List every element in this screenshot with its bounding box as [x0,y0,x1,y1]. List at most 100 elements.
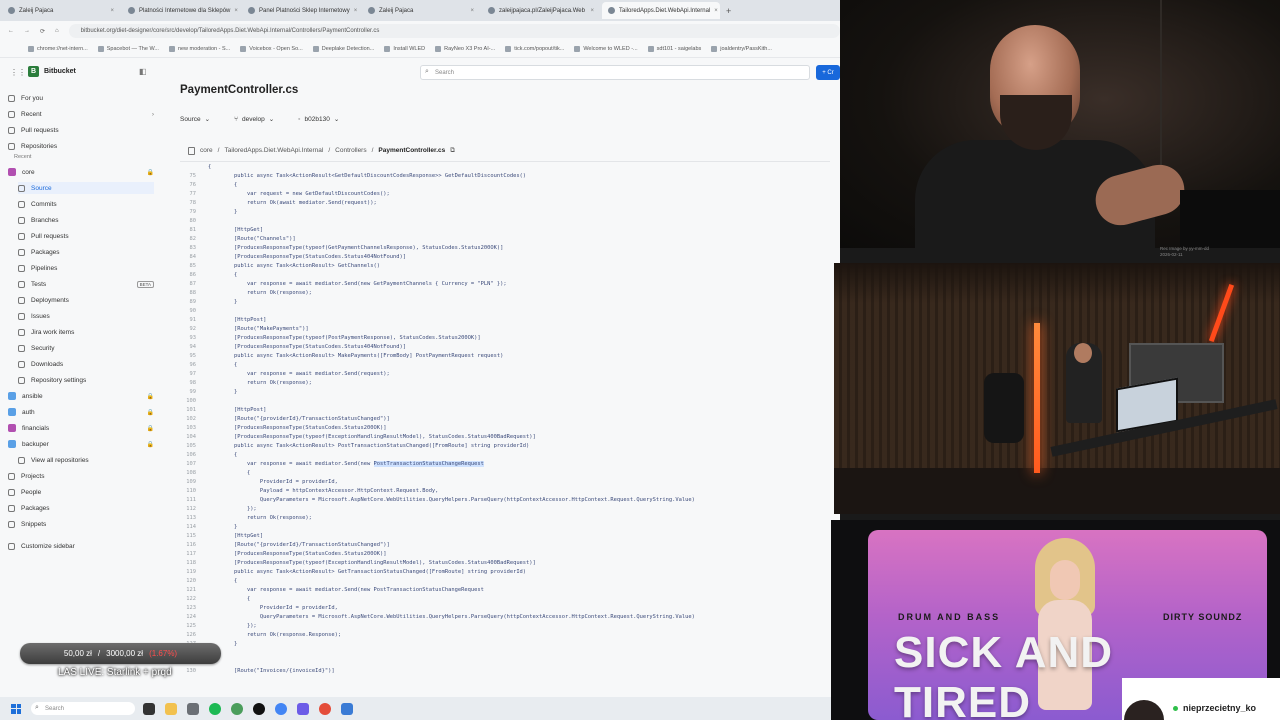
search-placeholder: Search [435,69,455,76]
bookmark-item[interactable]: joaldentry/PassKith... [711,46,772,52]
create-button[interactable]: + Cr [816,65,840,80]
sidebar-item[interactable]: Projects [8,470,154,482]
app-icon[interactable] [231,702,243,715]
browser-tab[interactable]: Zaleij Pajaca × [2,2,120,19]
close-tab-icon[interactable]: × [354,8,358,14]
bookmark-item[interactable]: sdt101 - saigelabs [647,46,701,52]
app-switcher-icon[interactable]: ⋮⋮ [10,68,26,77]
close-tab-icon[interactable]: × [110,8,114,14]
line-number: 116 [186,542,196,548]
code-text: var request = new GetDefaultDiscountCode… [208,191,390,197]
line-number: 111 [186,497,196,503]
back-icon[interactable]: ← [8,28,14,34]
nav-icon [18,264,25,272]
line-number: 126 [186,632,196,638]
bookmark-item[interactable]: Welcome to WLED -... [574,46,638,52]
sidebar-item[interactable]: Security [18,342,154,354]
search-input[interactable]: ⌕ Search [420,65,810,80]
bookmark-item[interactable]: Voicebox - Open So... [240,46,303,52]
home-icon[interactable]: ⌂ [55,28,59,34]
close-tab-icon[interactable]: × [590,8,594,14]
sidebar-item-label: core [22,168,35,176]
browser-tab[interactable]: Platności Internetowe dla Sklepów × [122,2,240,19]
bookmark-item[interactable]: RayNeo X3 Pro AI-... [435,46,495,52]
breadcrumb-item[interactable]: Controllers [335,147,366,154]
vscode-icon[interactable] [341,702,353,715]
sidebar-item[interactable]: Packages [8,502,154,514]
bookmark-item[interactable]: Deeplake Detection... [312,46,374,52]
sidebar-repo-core[interactable]: core 🔒 [8,166,154,178]
sidebar-item[interactable]: Downloads [18,358,154,370]
spotify-icon[interactable] [209,702,221,715]
close-tab-icon[interactable]: × [470,8,474,14]
screen: Zaleij Pajaca × Platności Internetowe dla … [0,0,1280,720]
breadcrumb-item[interactable]: TailoredApps.Diet.WebApi.Internal [224,147,323,154]
branch-dropdown[interactable]: ⑂ develop ⌄ [234,115,274,124]
sidebar-item[interactable]: Deployments [18,294,154,306]
reload-icon[interactable]: ⟳ [40,28,45,35]
editor-icon[interactable] [297,702,309,715]
bookmark-item[interactable]: Spacebot — The W... [97,46,159,52]
task-view-icon[interactable] [143,702,155,715]
sidebar-item[interactable]: Pull requests [18,230,154,242]
terminal-icon[interactable] [187,702,199,715]
sidebar-item[interactable]: Tests BETA [18,278,154,290]
chrome-icon[interactable] [275,702,287,715]
close-tab-icon[interactable]: × [714,8,718,14]
browser-tab[interactable]: Panel Platności Sklep Internetowy × [242,2,360,19]
sidebar-item[interactable]: Pipelines [18,262,154,274]
bookmark-item[interactable]: tick.com/popout/tik... [505,46,564,52]
code-line: 109 ProviderId = providerId, [180,479,832,488]
obs-icon[interactable] [253,702,265,715]
forward-icon[interactable]: → [24,28,30,34]
windows-start-icon[interactable] [11,703,21,714]
bookmark-item[interactable]: Install WLED [384,46,425,52]
code-line: 116 [Route("{providerId}/TransactionStat… [180,542,832,551]
browser-tab[interactable]: TailoredApps.Diet.WebApi.Internal × [602,2,720,19]
bitbucket-logo-icon[interactable]: B [28,66,39,77]
source-dropdown[interactable]: Source ⌄ [180,115,210,124]
code-text: [Route("MakePayments")] [208,326,309,332]
code-viewer[interactable]: {75 public async Task<ActionResult<GetDe… [180,164,832,688]
url-field[interactable]: bitbucket.org/diet-designer/core/src/dev… [68,24,840,38]
sidebar-item[interactable]: People [8,486,154,498]
breadcrumb-item[interactable]: core [200,147,213,154]
browser-tab[interactable]: Zaleij Pajaca × [362,2,480,19]
code-line: 114 } [180,524,832,533]
close-tab-icon[interactable]: × [234,8,238,14]
sidebar-repo[interactable]: backuper 🔒 [8,438,154,450]
sidebar-item[interactable]: Repositories [8,140,154,152]
sidebar-repo[interactable]: financials 🔒 [8,422,154,434]
code-line: 115 [HttpGet] [180,533,832,542]
sidebar-repo[interactable]: ansible 🔒 [8,390,154,402]
new-tab-button[interactable]: + [726,6,731,16]
sidebar-item[interactable]: Snippets [8,518,154,530]
sidebar-item[interactable]: Repository settings [18,374,154,386]
sidebar-item[interactable]: Branches [18,214,154,226]
taskbar-search[interactable]: ⌕ Search [31,702,135,715]
sidebar-item[interactable]: Source [18,182,154,194]
view-all-repositories-link[interactable]: View all repositories [18,454,154,466]
customize-sidebar-link[interactable]: Customize sidebar [8,540,154,552]
bookmark-item[interactable]: chrome://net-intern... [28,46,88,52]
sidebar-item[interactable]: Commits [18,198,154,210]
sidebar-item[interactable]: Packages [18,246,154,258]
bookmark-item[interactable]: new moderation - S... [168,46,230,52]
sidebar-item[interactable]: Jira work items [18,326,154,338]
app-name[interactable]: Bitbucket [44,68,76,75]
line-number: 92 [189,326,197,332]
commit-dropdown[interactable]: ◦ b02b130 ⌄ [298,115,339,124]
line-number: 103 [186,425,196,431]
sidebar-item[interactable]: Recent › [8,108,154,120]
copy-icon[interactable]: ⧉ [450,147,455,155]
sidebar-repo[interactable]: auth 🔒 [8,406,154,418]
sidebar-item[interactable]: Issues [18,310,154,322]
code-text: [ProducesResponseType(StatusCodes.Status… [208,425,387,431]
app-red-icon[interactable] [319,702,331,715]
browser-tab[interactable]: zaleijpajaca.pl/ZaleijPajaca.Web × [482,2,600,19]
sidebar-item[interactable]: Pull requests [8,124,154,136]
sidebar-item[interactable]: For you [8,92,154,104]
collapse-sidebar-icon[interactable]: ◧ [139,67,147,76]
line-number: 107 [186,461,196,467]
file-explorer-icon[interactable] [165,702,177,715]
